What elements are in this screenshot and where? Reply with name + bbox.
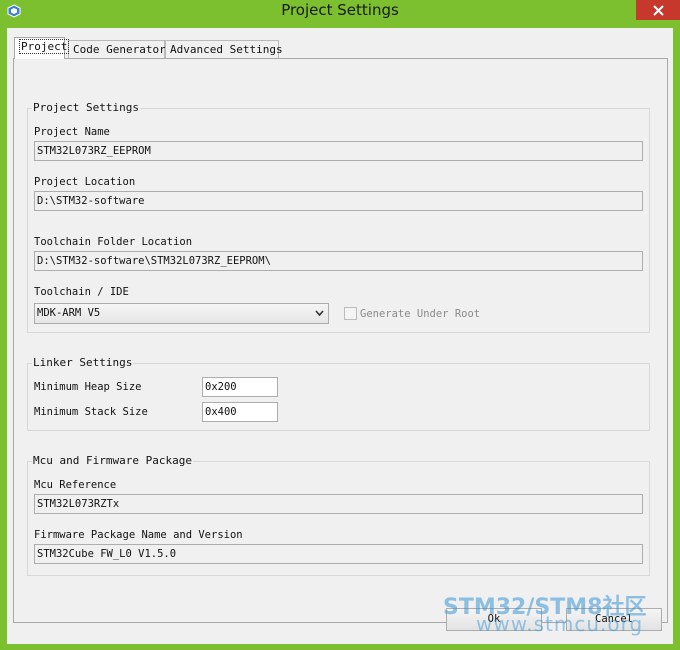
mcu-reference-field: STM32L073RZTx [34, 494, 643, 514]
project-name-label: Project Name [34, 126, 110, 138]
min-heap-input[interactable]: 0x200 [202, 377, 278, 397]
tab-label: Project [19, 39, 70, 54]
chevron-down-icon [315, 310, 324, 317]
toolchain-folder-label: Toolchain Folder Location [34, 236, 193, 248]
project-settings-window: Project Settings Project Code Generator … [0, 0, 680, 650]
min-stack-input[interactable]: 0x400 [202, 402, 278, 422]
dialog-client-area: Project Code Generator Advanced Settings… [7, 28, 673, 644]
window-title: Project Settings [281, 1, 399, 19]
tab-label: Code Generator [73, 43, 166, 56]
generate-under-root-checkbox[interactable] [344, 307, 357, 320]
project-location-label: Project Location [34, 176, 136, 188]
close-button[interactable] [636, 0, 680, 20]
group-title: Project Settings [32, 101, 140, 114]
toolchain-ide-value: MDK-ARM V5 [37, 307, 101, 319]
toolchain-ide-label: Toolchain / IDE [34, 286, 129, 298]
min-heap-label: Minimum Heap Size [34, 381, 142, 393]
cancel-button[interactable]: Cancel [566, 608, 662, 631]
firmware-package-field: STM32Cube FW_L0 V1.5.0 [34, 544, 643, 564]
generate-under-root-label: Generate Under Root [360, 308, 481, 320]
toolchain-folder-field[interactable]: D:\STM32-software\STM32L073RZ_EEPROM\ [34, 251, 643, 271]
project-tab-panel: Project Settings Project Name STM32L073R… [13, 58, 668, 623]
close-icon [652, 4, 664, 16]
ok-button[interactable]: Ok [446, 608, 542, 631]
project-name-field[interactable]: STM32L073RZ_EEPROM [34, 141, 643, 161]
toolchain-ide-select[interactable]: MDK-ARM V5 [34, 303, 329, 324]
tab-code-generator[interactable]: Code Generator [68, 40, 166, 59]
tab-project[interactable]: Project [14, 37, 70, 59]
mcu-reference-label: Mcu Reference [34, 479, 117, 491]
group-title: Mcu and Firmware Package [32, 454, 193, 467]
title-bar[interactable]: Project Settings [0, 0, 680, 24]
firmware-package-label: Firmware Package Name and Version [34, 529, 243, 541]
min-stack-label: Minimum Stack Size [34, 406, 148, 418]
group-title: Linker Settings [32, 356, 134, 369]
tab-advanced-settings[interactable]: Advanced Settings [165, 40, 283, 59]
tab-label: Advanced Settings [170, 43, 283, 56]
linker-settings-group: Linker Settings [27, 356, 650, 431]
project-location-field[interactable]: D:\STM32-software [34, 191, 643, 211]
